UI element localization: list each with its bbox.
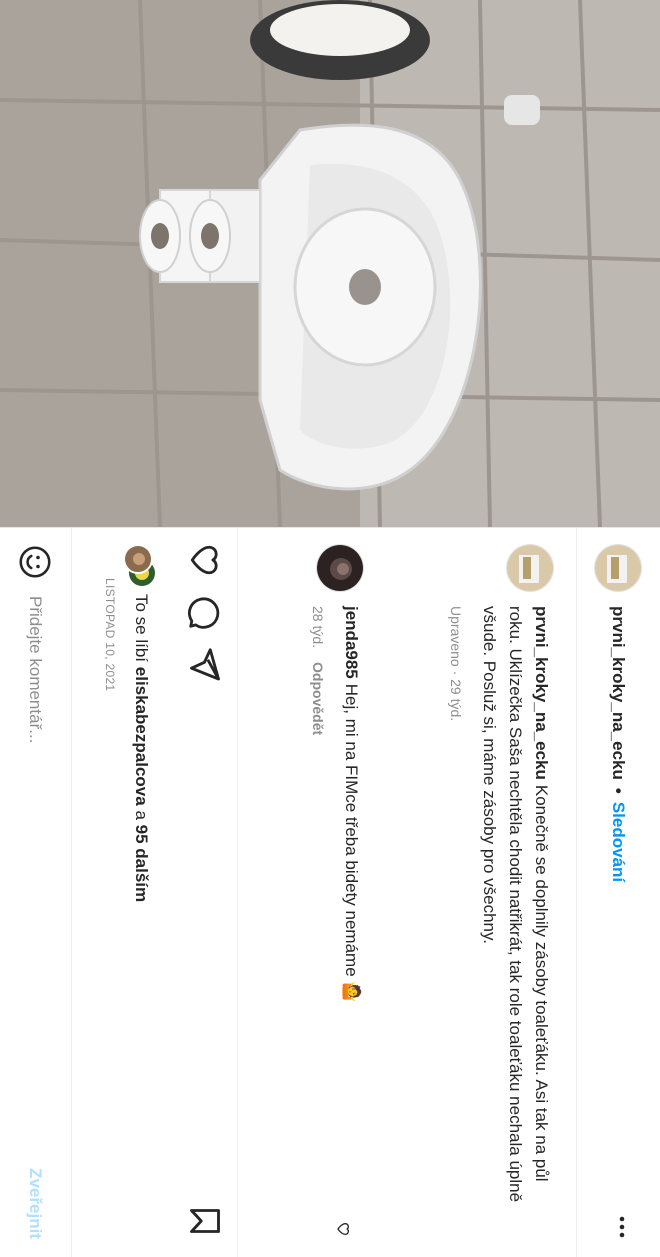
action-icons-row: [183, 542, 223, 1243]
comment-body: jenda985 Hej, mi na FIMce třeba bidety ne…: [310, 606, 364, 1206]
smiley-icon[interactable]: [18, 544, 54, 580]
commenter-avatar[interactable]: [316, 544, 364, 592]
caption-meta: Upraveno · 29 týd.: [448, 606, 464, 722]
instagram-post-modal: prvni_kroky_na_ecku • Sledování prvni_kr…: [0, 0, 660, 1257]
send-icon[interactable]: [183, 646, 223, 686]
comments-list[interactable]: prvni_kroky_na_eckuKonečně se doplnily z…: [238, 528, 576, 1257]
bookmark-icon[interactable]: [183, 1203, 223, 1243]
commenter-username[interactable]: jenda985: [342, 606, 361, 679]
caption-text: prvni_kroky_na_eckuKonečně se doplnily z…: [476, 606, 554, 1206]
liker-avatars: [123, 544, 157, 588]
caption-avatar[interactable]: [506, 544, 554, 592]
follow-button[interactable]: Sledování: [609, 802, 629, 882]
author-username[interactable]: prvni_kroky_na_ecku: [609, 606, 629, 780]
comment-icon[interactable]: [183, 594, 223, 634]
likes-summary: To se líbí eliskabezpalcova a 95 dalším: [123, 544, 157, 903]
likes-joiner: a: [132, 810, 151, 820]
comment-input[interactable]: [24, 594, 47, 1118]
reply-button[interactable]: Odpovědět: [310, 662, 326, 735]
likes-user[interactable]: eliskabezpalcova: [131, 667, 151, 806]
comment-item: jenda985 Hej, mi na FIMce třeba bidety ne…: [310, 528, 364, 1257]
header-separator: •: [609, 787, 629, 794]
author-avatar[interactable]: [594, 544, 643, 592]
liker-avatar: [123, 544, 153, 574]
post-actions: To se líbí eliskabezpalcova a 95 dalším …: [72, 528, 238, 1257]
post-side-panel: prvni_kroky_na_ecku • Sledování prvni_kr…: [0, 527, 660, 1257]
caption-body: prvni_kroky_na_eckuKonečně se doplnily z…: [448, 606, 554, 1206]
more-dots-icon[interactable]: [606, 1215, 634, 1239]
likes-prefix: To se líbí: [132, 594, 151, 663]
post-header: prvni_kroky_na_ecku • Sledování: [576, 528, 660, 1257]
viewport: prvni_kroky_na_ecku • Sledování prvni_kr…: [0, 0, 660, 1257]
caption-username[interactable]: prvni_kroky_na_ecku: [532, 606, 551, 780]
likes-others[interactable]: 95 dalším: [131, 825, 151, 903]
comment-text: jenda985 Hej, mi na FIMce třeba bidety ne…: [338, 606, 364, 1206]
comment-content: Hej, mi na FIMce třeba bidety nemáme 🤷: [342, 683, 361, 1003]
post-photo[interactable]: [0, 0, 660, 527]
caption-comment: prvni_kroky_na_eckuKonečně se doplnily z…: [448, 528, 554, 1257]
toilet-paper-bidet-photo: [0, 0, 660, 527]
comment-heart-icon[interactable]: [331, 1221, 352, 1237]
post-comment-button[interactable]: Zveřejnit: [26, 1168, 46, 1239]
post-date: LISTOPAD 10, 2021: [103, 578, 117, 692]
comment-meta: 28 týd. Odpovědět: [310, 606, 326, 1206]
heart-icon[interactable]: [183, 542, 223, 582]
comment-age: 28 týd.: [310, 606, 326, 649]
add-comment-bar: Zveřejnit: [0, 528, 72, 1257]
